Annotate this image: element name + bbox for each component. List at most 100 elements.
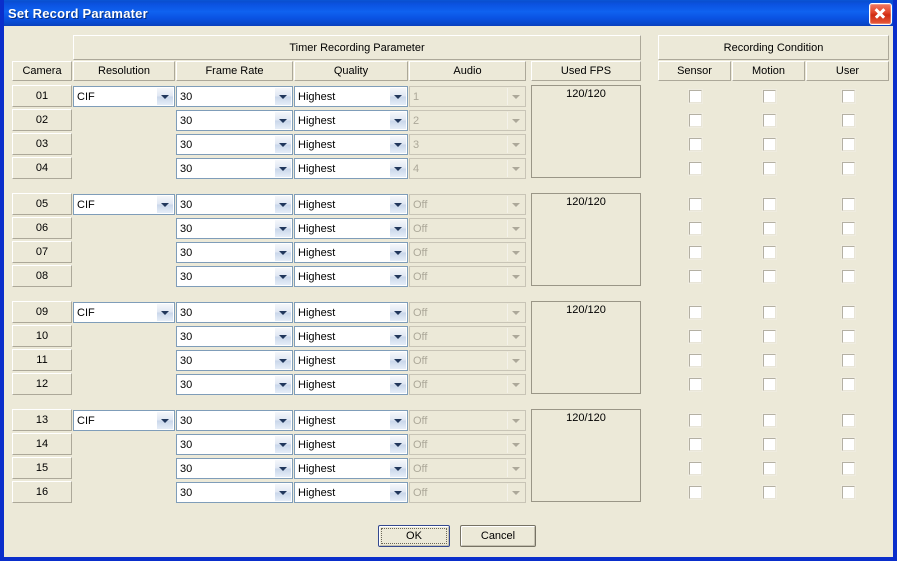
frame-rate-combo-05[interactable]: 30 <box>176 194 293 215</box>
frame-rate-combo-06-chevron-down-icon[interactable] <box>274 220 291 237</box>
sensor-checkbox-04[interactable] <box>689 162 702 175</box>
frame-rate-combo-16-chevron-down-icon[interactable] <box>274 484 291 501</box>
frame-rate-combo-10-chevron-down-icon[interactable] <box>274 328 291 345</box>
frame-rate-combo-09-chevron-down-icon[interactable] <box>274 304 291 321</box>
quality-combo-09-chevron-down-icon[interactable] <box>389 304 406 321</box>
motion-checkbox-12[interactable] <box>763 378 776 391</box>
sensor-checkbox-14[interactable] <box>689 438 702 451</box>
frame-rate-combo-14-chevron-down-icon[interactable] <box>274 436 291 453</box>
frame-rate-combo-05-chevron-down-icon[interactable] <box>274 196 291 213</box>
resolution-combo-group-4[interactable]: CIF <box>73 410 175 431</box>
user-checkbox-05[interactable] <box>842 198 855 211</box>
quality-combo-16[interactable]: Highest <box>294 482 408 503</box>
user-checkbox-09[interactable] <box>842 306 855 319</box>
quality-combo-01-chevron-down-icon[interactable] <box>389 88 406 105</box>
frame-rate-combo-15[interactable]: 30 <box>176 458 293 479</box>
motion-checkbox-11[interactable] <box>763 354 776 367</box>
close-icon[interactable] <box>869 3 892 25</box>
sensor-checkbox-02[interactable] <box>689 114 702 127</box>
frame-rate-combo-01-chevron-down-icon[interactable] <box>274 88 291 105</box>
quality-combo-04[interactable]: Highest <box>294 158 408 179</box>
quality-combo-16-chevron-down-icon[interactable] <box>389 484 406 501</box>
user-checkbox-10[interactable] <box>842 330 855 343</box>
frame-rate-combo-09[interactable]: 30 <box>176 302 293 323</box>
user-checkbox-16[interactable] <box>842 486 855 499</box>
sensor-checkbox-09[interactable] <box>689 306 702 319</box>
user-checkbox-14[interactable] <box>842 438 855 451</box>
user-checkbox-15[interactable] <box>842 462 855 475</box>
user-checkbox-11[interactable] <box>842 354 855 367</box>
frame-rate-combo-12-chevron-down-icon[interactable] <box>274 376 291 393</box>
frame-rate-combo-07-chevron-down-icon[interactable] <box>274 244 291 261</box>
ok-button[interactable]: OK <box>378 525 450 547</box>
frame-rate-combo-13[interactable]: 30 <box>176 410 293 431</box>
quality-combo-07[interactable]: Highest <box>294 242 408 263</box>
frame-rate-combo-01[interactable]: 30 <box>176 86 293 107</box>
sensor-checkbox-11[interactable] <box>689 354 702 367</box>
frame-rate-combo-08-chevron-down-icon[interactable] <box>274 268 291 285</box>
frame-rate-combo-16[interactable]: 30 <box>176 482 293 503</box>
frame-rate-combo-13-chevron-down-icon[interactable] <box>274 412 291 429</box>
motion-checkbox-09[interactable] <box>763 306 776 319</box>
frame-rate-combo-06[interactable]: 30 <box>176 218 293 239</box>
motion-checkbox-04[interactable] <box>763 162 776 175</box>
quality-combo-04-chevron-down-icon[interactable] <box>389 160 406 177</box>
quality-combo-05[interactable]: Highest <box>294 194 408 215</box>
frame-rate-combo-14[interactable]: 30 <box>176 434 293 455</box>
quality-combo-12-chevron-down-icon[interactable] <box>389 376 406 393</box>
motion-checkbox-13[interactable] <box>763 414 776 427</box>
sensor-checkbox-16[interactable] <box>689 486 702 499</box>
quality-combo-03-chevron-down-icon[interactable] <box>389 136 406 153</box>
frame-rate-combo-03[interactable]: 30 <box>176 134 293 155</box>
user-checkbox-02[interactable] <box>842 114 855 127</box>
quality-combo-09[interactable]: Highest <box>294 302 408 323</box>
motion-checkbox-01[interactable] <box>763 90 776 103</box>
motion-checkbox-10[interactable] <box>763 330 776 343</box>
frame-rate-combo-03-chevron-down-icon[interactable] <box>274 136 291 153</box>
quality-combo-11-chevron-down-icon[interactable] <box>389 352 406 369</box>
sensor-checkbox-07[interactable] <box>689 246 702 259</box>
frame-rate-combo-02-chevron-down-icon[interactable] <box>274 112 291 129</box>
frame-rate-combo-04-chevron-down-icon[interactable] <box>274 160 291 177</box>
motion-checkbox-05[interactable] <box>763 198 776 211</box>
sensor-checkbox-15[interactable] <box>689 462 702 475</box>
sensor-checkbox-08[interactable] <box>689 270 702 283</box>
resolution-combo-group-3[interactable]: CIF <box>73 302 175 323</box>
motion-checkbox-08[interactable] <box>763 270 776 283</box>
motion-checkbox-16[interactable] <box>763 486 776 499</box>
quality-combo-08-chevron-down-icon[interactable] <box>389 268 406 285</box>
resolution-combo-group-2-chevron-down-icon[interactable] <box>156 196 173 213</box>
cancel-button[interactable]: Cancel <box>460 525 536 547</box>
frame-rate-combo-11[interactable]: 30 <box>176 350 293 371</box>
sensor-checkbox-10[interactable] <box>689 330 702 343</box>
sensor-checkbox-13[interactable] <box>689 414 702 427</box>
frame-rate-combo-15-chevron-down-icon[interactable] <box>274 460 291 477</box>
quality-combo-06[interactable]: Highest <box>294 218 408 239</box>
resolution-combo-group-1[interactable]: CIF <box>73 86 175 107</box>
quality-combo-05-chevron-down-icon[interactable] <box>389 196 406 213</box>
quality-combo-14[interactable]: Highest <box>294 434 408 455</box>
sensor-checkbox-06[interactable] <box>689 222 702 235</box>
quality-combo-10[interactable]: Highest <box>294 326 408 347</box>
motion-checkbox-15[interactable] <box>763 462 776 475</box>
frame-rate-combo-02[interactable]: 30 <box>176 110 293 131</box>
frame-rate-combo-04[interactable]: 30 <box>176 158 293 179</box>
user-checkbox-12[interactable] <box>842 378 855 391</box>
quality-combo-15-chevron-down-icon[interactable] <box>389 460 406 477</box>
quality-combo-12[interactable]: Highest <box>294 374 408 395</box>
resolution-combo-group-2[interactable]: CIF <box>73 194 175 215</box>
quality-combo-06-chevron-down-icon[interactable] <box>389 220 406 237</box>
quality-combo-03[interactable]: Highest <box>294 134 408 155</box>
motion-checkbox-06[interactable] <box>763 222 776 235</box>
quality-combo-02[interactable]: Highest <box>294 110 408 131</box>
motion-checkbox-07[interactable] <box>763 246 776 259</box>
sensor-checkbox-03[interactable] <box>689 138 702 151</box>
frame-rate-combo-11-chevron-down-icon[interactable] <box>274 352 291 369</box>
quality-combo-15[interactable]: Highest <box>294 458 408 479</box>
frame-rate-combo-08[interactable]: 30 <box>176 266 293 287</box>
frame-rate-combo-07[interactable]: 30 <box>176 242 293 263</box>
sensor-checkbox-01[interactable] <box>689 90 702 103</box>
user-checkbox-04[interactable] <box>842 162 855 175</box>
quality-combo-02-chevron-down-icon[interactable] <box>389 112 406 129</box>
frame-rate-combo-10[interactable]: 30 <box>176 326 293 347</box>
